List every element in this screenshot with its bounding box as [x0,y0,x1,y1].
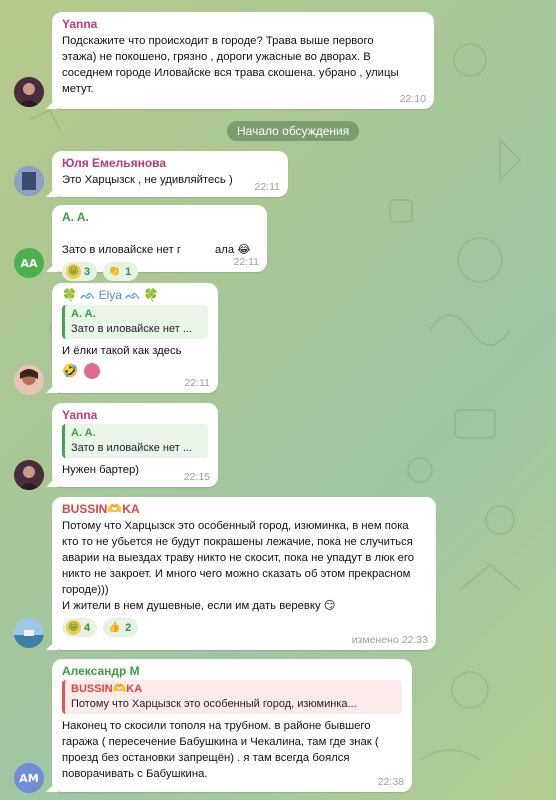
reply-sender: A. A. [71,308,96,320]
message-time: 22:38 [377,776,404,788]
clap-icon: 👏 [108,265,121,277]
reaction-count: 2 [125,621,132,634]
avatar-initials: AM [19,771,39,785]
hidden-word [180,243,215,253]
reply-sender: A. A. [71,427,96,439]
smile-hands-emoji-icon: 🫶 [112,683,127,695]
sender-name[interactable]: BUSSIN🫶KA [62,502,426,516]
message-text: И ёлки такой как здесь [62,345,182,357]
message-time: 22:15 [183,471,210,483]
swirl-icon: ᨒ [125,288,141,302]
laugh-emoji-icon: 😂 [237,244,251,256]
avatar[interactable] [14,618,44,648]
reply-quote[interactable]: A. A. Зато в иловайске нет ... [62,305,208,339]
avatar[interactable]: AA [14,248,44,278]
avatar[interactable] [14,77,44,107]
grin-icon: 😁 [66,264,81,279]
message-bubble[interactable]: A. A. Зато в иловайске нет г ала 😂 😁 3 👏 1 … [52,205,267,281]
message-bubble[interactable]: 🍀 ᨒ Elya ᨒ 🍀 A. A. Зато в иловайске нет … [52,283,218,393]
reaction-chip[interactable]: 👏 1 [103,262,139,281]
reply-text: Зато в иловайске нет ... [71,442,192,454]
message-bubble[interactable]: Александр М BUSSIN🫶KA Потому что Харцызс… [52,659,412,792]
message-time: 22:11 [254,181,281,193]
sender-name[interactable]: A. A. [62,210,257,224]
message-text-part: Зато в иловайске нет г [62,244,181,256]
message-time: 22:10 [399,93,426,105]
sender-name-text: Elya [98,288,122,302]
message-time: 22:11 [233,256,260,268]
user-photo-icon [14,460,44,490]
reaction-chip[interactable]: 😁 3 [62,262,98,281]
reply-text: Зато в иловайске нет ... [71,323,192,335]
sender-name[interactable]: Yanna [62,408,208,422]
message-bubble[interactable]: Юля Емельянова Это Харцызск , не удивляй… [52,151,288,197]
reply-quote[interactable]: BUSSIN🫶KA Потому что Харцызск это особен… [62,680,402,714]
smile-hands-emoji-icon: 🫶 [107,502,123,516]
user-photo-icon [14,365,44,395]
avatar[interactable] [14,166,44,196]
message-time: 22:11 [184,377,211,389]
thumbs-up-icon: 👍 [108,621,121,633]
reply-text: Потому что Харцызск это особенный город,… [71,698,357,710]
reaction-count: 1 [125,265,132,278]
reaction-count: 3 [84,265,91,278]
avatar-initials: AA [20,256,38,270]
message-bubble[interactable]: BUSSIN🫶KA Потому что Харцызск это особен… [52,497,436,650]
message-text-body: Потому что Харцызск это особенный город,… [62,520,415,612]
rofl-emoji-icon[interactable]: 🤣 [62,363,78,379]
sender-name-suffix: KA [122,502,140,516]
avatar[interactable] [14,460,44,490]
swirl-icon: ᨒ [80,288,96,302]
message-text: Потому что Харцызск это особенный город,… [62,518,424,614]
sender-name[interactable]: Юля Емельянова [62,156,278,170]
reply-sender: BUSSIN🫶KA [71,682,396,697]
reaction-chip[interactable]: 😁 4 [62,618,98,637]
user-reaction-avatar [84,363,101,379]
reply-sender-suffix: KA [126,683,143,695]
message-text: Наконец то скосили тополя на трубном. в … [62,720,379,780]
user-photo-icon [14,618,44,648]
sender-name[interactable]: Yanna [62,17,424,31]
sender-name-text: BUSSIN [62,502,108,516]
avatar[interactable] [14,365,44,395]
clover-icon: 🍀 [62,288,77,302]
message-text: Зато в иловайске нет г ала 😂 [62,226,257,258]
smirk-emoji-icon: 😏 [323,600,336,612]
message-text: Подскажите что происходит в городе? Трав… [62,35,399,95]
reaction-count: 4 [84,621,91,634]
reply-sender-text: BUSSIN [71,683,113,695]
message-text-tail: ала [214,244,235,256]
sender-name[interactable]: Александр М [62,664,402,678]
user-photo-icon [14,166,44,196]
message-text: Это Харцызск , не удивляйтесь ) [62,174,233,186]
reactions-row: 😁 3 👏 1 [62,262,257,281]
grin-icon: 😁 [66,620,81,635]
message-bubble[interactable]: Yanna A. A. Зато в иловайске нет ... Нуж… [52,403,218,487]
avatar[interactable]: AM [14,763,44,793]
reaction-chip[interactable]: 👍 2 [103,618,139,637]
reply-quote[interactable]: A. A. Зато в иловайске нет ... [62,424,208,458]
message-time: изменено 22:33 [351,634,428,646]
user-photo-icon [14,77,44,107]
message-bubble[interactable]: Yanna Подскажите что происходит в городе… [52,12,434,109]
sender-name[interactable]: 🍀 ᨒ Elya ᨒ 🍀 [62,288,208,303]
clover-icon: 🍀 [143,288,159,302]
discussion-start-divider: Начало обсуждения [227,121,360,141]
